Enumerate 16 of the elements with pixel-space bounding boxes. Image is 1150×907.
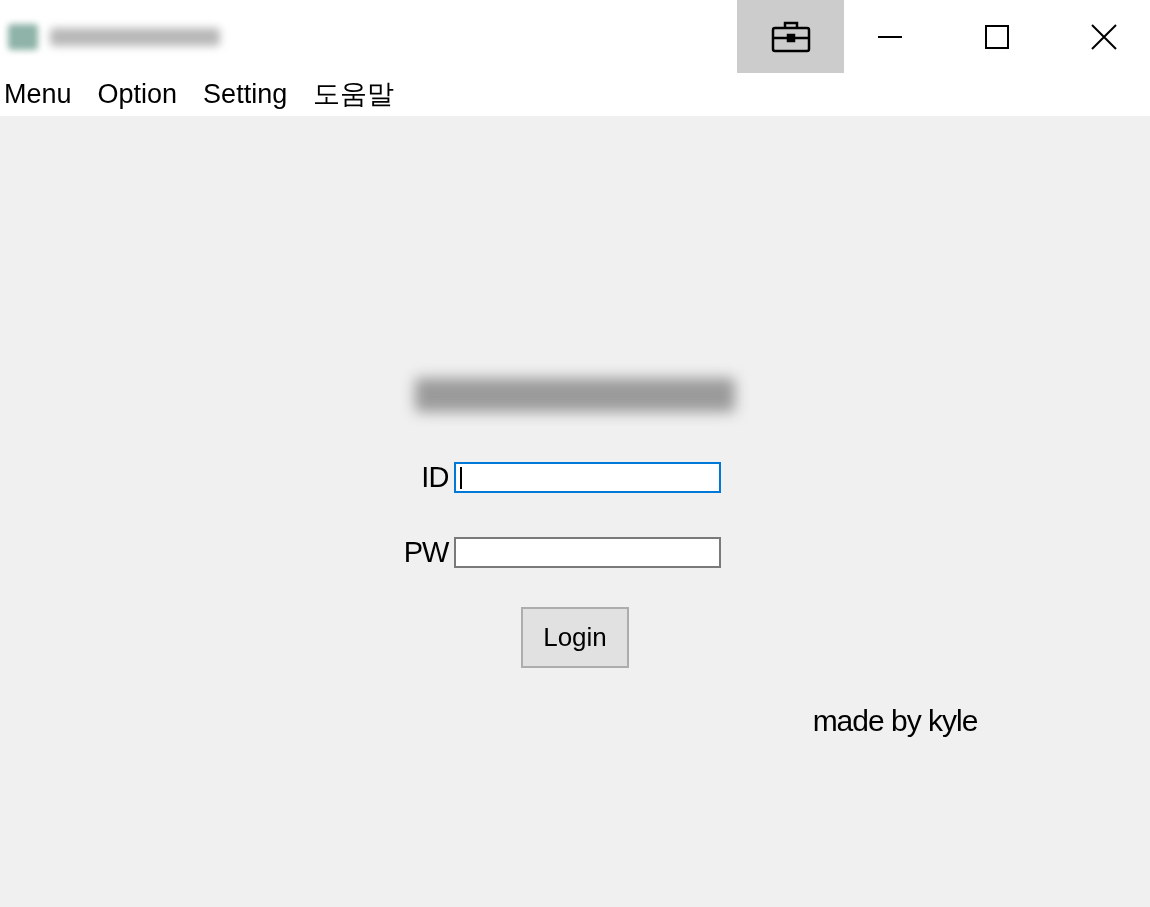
toolbox-button[interactable] xyxy=(737,0,844,73)
briefcase-icon xyxy=(770,20,811,53)
field-label: PW xyxy=(403,534,449,570)
close-icon xyxy=(1091,23,1117,50)
input-field[interactable] xyxy=(454,536,722,568)
menu-item[interactable]: Menu xyxy=(4,74,72,115)
minimize-icon xyxy=(878,35,902,38)
app-icon xyxy=(8,23,38,50)
menu-item[interactable]: Option xyxy=(97,74,178,115)
credit-text: made by kyle xyxy=(812,703,978,739)
login-button[interactable]: Login xyxy=(521,607,629,668)
maximize-icon xyxy=(985,24,1009,49)
menu-item[interactable]: 도움말 xyxy=(313,74,395,115)
menu-item[interactable]: Setting xyxy=(203,74,288,115)
input-field[interactable] xyxy=(454,462,722,494)
field-label: ID xyxy=(421,460,449,495)
